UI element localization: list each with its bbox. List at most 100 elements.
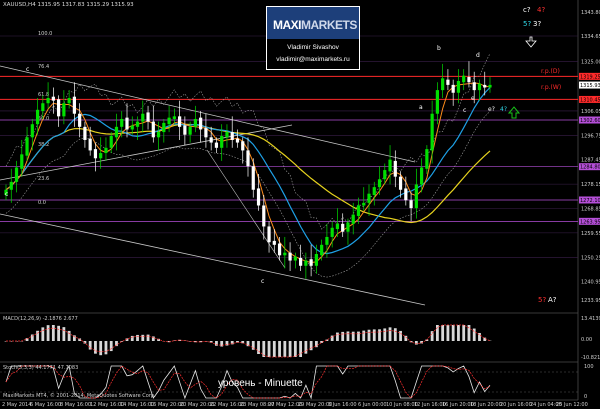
macd-bar xyxy=(457,325,460,341)
candle-body xyxy=(183,125,187,135)
candle-body xyxy=(456,80,461,93)
macd-bar xyxy=(304,341,308,354)
time-label: 3 Jun 16:00 xyxy=(328,402,357,408)
macd-bar xyxy=(372,329,376,341)
macd-bar xyxy=(367,329,371,341)
wave-label-c-3: c xyxy=(5,191,8,198)
macd-bar xyxy=(272,341,276,357)
wave-label-c: c xyxy=(463,107,466,114)
symbol-info: XAUUSD,H4 1315.95 1317.83 1315.29 1315.9… xyxy=(3,2,134,8)
candle-body xyxy=(314,253,318,266)
time-label: 12 Jun 16:00 xyxy=(414,402,446,408)
chart-caption: уровень - Minuette xyxy=(218,378,303,389)
candle-body xyxy=(472,82,476,91)
stoch-axis-label: 0 xyxy=(584,394,587,400)
candle-body xyxy=(309,259,313,266)
candle-body xyxy=(404,188,408,201)
candle-body xyxy=(293,256,297,261)
time-label: 25 Jun 12:00 xyxy=(556,402,588,408)
candle-body xyxy=(46,97,50,104)
candle-body xyxy=(114,126,119,138)
candle-body xyxy=(146,112,150,122)
candle-body xyxy=(167,117,171,125)
wave-label-a: a xyxy=(419,104,423,111)
macd-bar xyxy=(378,329,381,341)
candle-body xyxy=(120,118,124,127)
candle-body xyxy=(377,179,382,188)
wave-label-e: e? xyxy=(488,106,495,113)
macd-bar xyxy=(362,330,366,341)
candle-body xyxy=(141,113,145,122)
macd-bar xyxy=(451,325,455,341)
candle-body xyxy=(135,121,140,127)
macd-bar xyxy=(146,334,150,341)
candle-body xyxy=(451,84,455,93)
brand-part1: MAXI xyxy=(273,18,302,32)
wave-label-d: d xyxy=(476,52,480,59)
macd-bar xyxy=(46,325,50,341)
brand-logo: MAXIMARKETS xyxy=(273,18,357,32)
candle-body xyxy=(388,159,392,172)
macd-bar xyxy=(336,332,339,341)
brand-part2: MARKETS xyxy=(301,18,357,32)
macd-bar xyxy=(94,341,97,354)
macd-bar xyxy=(99,341,103,356)
candle-body xyxy=(283,252,287,256)
wave-label-e-2: e xyxy=(471,95,475,102)
price-tag-text: 1319.25 xyxy=(580,74,600,80)
candle-body xyxy=(241,141,245,151)
candle-body xyxy=(398,176,403,190)
price-label: 1259.55 xyxy=(581,231,600,237)
candle-body xyxy=(362,202,366,206)
macd-axis-label: 13.4139 xyxy=(581,316,600,322)
watermark-email: vladimir@maximarkets.ru xyxy=(276,56,350,63)
candle-body xyxy=(356,205,361,216)
candle-body xyxy=(188,126,192,135)
macd-bar xyxy=(357,331,360,341)
candle-body xyxy=(383,170,387,180)
fib-label: 23.6 xyxy=(38,176,49,182)
candle-body xyxy=(420,167,424,185)
candle-body xyxy=(193,118,197,127)
stoch-axis-label: 100 xyxy=(584,364,594,370)
macd-bar xyxy=(299,341,303,357)
fib-label: 0.0 xyxy=(38,200,46,206)
macd-bar xyxy=(220,341,224,347)
macd-bar xyxy=(388,327,392,341)
candle-body xyxy=(483,84,487,88)
macd-axis-label: 0.00 xyxy=(581,337,592,343)
candle-body xyxy=(262,205,266,227)
fib-label: 76.4 xyxy=(38,64,49,70)
macd-bar xyxy=(441,325,445,341)
price-tag-text: 1310.45 xyxy=(580,97,600,103)
price-label: 1233.95 xyxy=(581,298,600,304)
time-label: 6 May 16:00 xyxy=(30,402,61,408)
macd-axis-label: -10.821 xyxy=(581,355,600,361)
macd-bar xyxy=(57,325,61,341)
candle-body xyxy=(41,103,45,112)
macd-bar xyxy=(283,341,287,357)
candle-body xyxy=(341,223,345,232)
candle-body xyxy=(172,116,176,119)
resistance-label-daily: r.p.(D) xyxy=(541,68,560,75)
candle-body xyxy=(325,236,329,245)
macd-bar xyxy=(293,341,297,357)
macd-bar xyxy=(351,331,355,341)
candle-body xyxy=(320,244,324,256)
candle-body xyxy=(251,166,255,190)
candle-body xyxy=(214,142,219,148)
candle-body xyxy=(78,113,82,127)
price-label: 1278.15 xyxy=(581,182,600,188)
price-label: 1296.75 xyxy=(581,133,600,139)
macd-bar xyxy=(51,325,55,341)
candle-body xyxy=(88,138,92,151)
candle-body xyxy=(430,113,434,151)
macd-bar xyxy=(393,328,397,341)
macd-bar xyxy=(62,327,66,341)
candle-body xyxy=(51,96,55,101)
macd-bar xyxy=(136,334,139,341)
candle-body xyxy=(57,99,61,117)
macd-bar xyxy=(462,325,466,341)
time-label: 20 Jun 16:00 xyxy=(500,402,532,408)
candle-body xyxy=(272,240,276,245)
